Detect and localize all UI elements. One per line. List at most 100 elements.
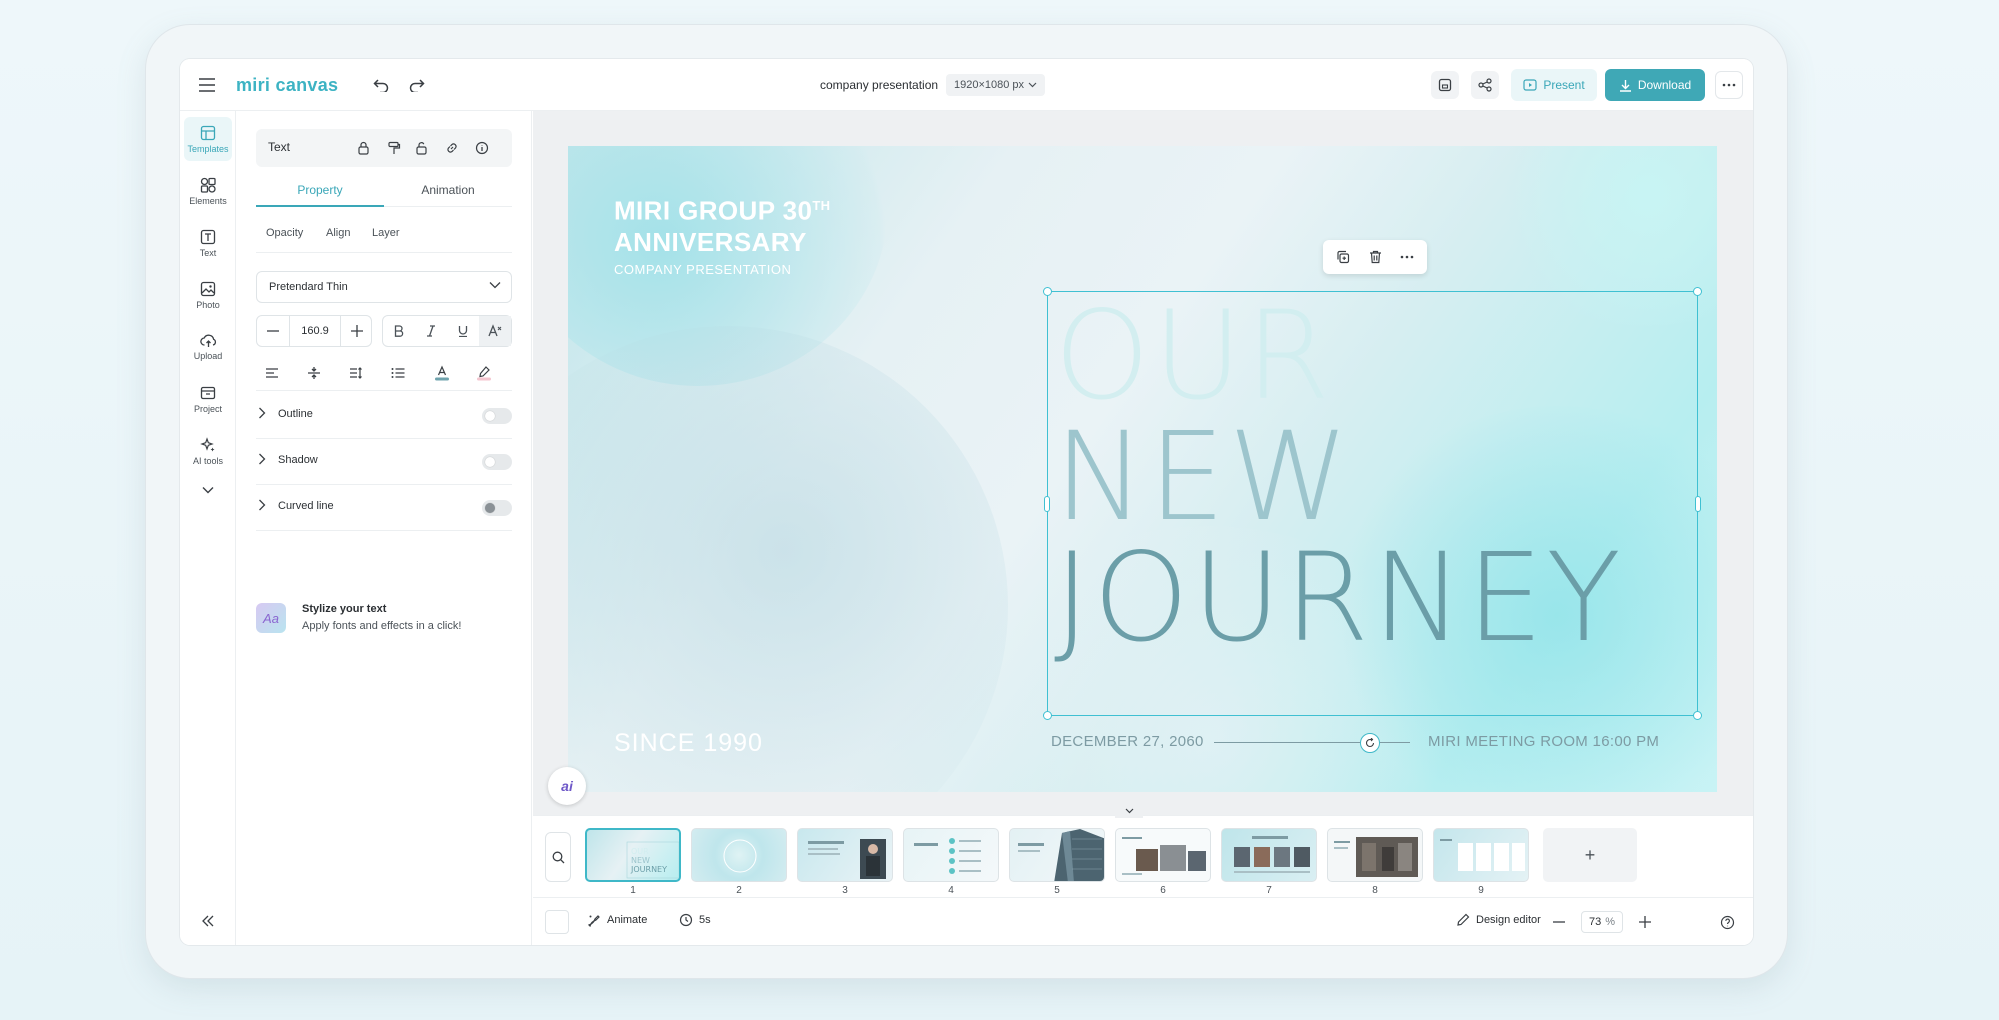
rail-more-button[interactable] xyxy=(184,475,232,505)
save-button[interactable] xyxy=(1431,71,1459,99)
font-size-decrease-button[interactable] xyxy=(257,316,289,346)
resize-handle-top-left[interactable] xyxy=(1043,287,1052,296)
slide-canvas[interactable]: MIRI GROUP 30TH ANNIVERSARY COMPANY PRES… xyxy=(568,146,1717,792)
resize-handle-bottom-right[interactable] xyxy=(1693,711,1702,720)
redo-button[interactable] xyxy=(404,72,430,98)
font-size-increase-button[interactable] xyxy=(341,316,373,346)
unlock-button[interactable] xyxy=(412,138,432,158)
font-size-input[interactable]: 160.9 xyxy=(289,316,341,346)
info-button[interactable] xyxy=(472,138,492,158)
background-color-swatch[interactable] xyxy=(545,910,569,934)
italic-icon xyxy=(427,325,435,337)
page-search-button[interactable] xyxy=(545,832,571,882)
undo-button[interactable] xyxy=(368,72,394,98)
slide-subtitle[interactable]: COMPANY PRESENTATION xyxy=(614,262,791,277)
rotate-handle[interactable] xyxy=(1360,733,1380,753)
page-thumbnail[interactable]: 7 xyxy=(1221,828,1317,900)
stylize-text-card[interactable]: Aa Stylize your text Apply fonts and eff… xyxy=(256,599,512,643)
help-button[interactable] xyxy=(1717,912,1737,932)
rail-item-ai-tools[interactable]: AI tools xyxy=(184,429,232,473)
menu-button[interactable] xyxy=(194,72,220,98)
format-paint-button[interactable] xyxy=(384,138,404,158)
zoom-level-input[interactable]: 73 % xyxy=(1581,911,1623,933)
subtab-opacity[interactable]: Opacity xyxy=(266,227,303,239)
resize-handle-bottom-left[interactable] xyxy=(1043,711,1052,720)
text-color-button[interactable] xyxy=(428,361,456,385)
share-button[interactable] xyxy=(1471,71,1499,99)
app-logo[interactable]: miri canvas xyxy=(236,72,338,98)
ai-assistant-button[interactable]: ai xyxy=(548,767,586,805)
outline-label: Outline xyxy=(278,408,313,420)
since-text[interactable]: SINCE 1990 xyxy=(614,729,763,758)
document-size-select[interactable]: 1920×1080 px xyxy=(946,74,1046,96)
download-button[interactable]: Download xyxy=(1605,69,1705,101)
selected-text-box[interactable]: OUR NEW JOURNEY xyxy=(1043,287,1702,720)
ai-tools-icon xyxy=(200,436,215,451)
more-options-button[interactable] xyxy=(1715,71,1743,99)
lock-text-button[interactable] xyxy=(354,138,374,158)
align-left-button[interactable] xyxy=(258,361,286,385)
rail-item-project[interactable]: Project xyxy=(184,377,232,421)
page-thumbnail[interactable]: 9 xyxy=(1433,828,1529,900)
tab-animation[interactable]: Animation xyxy=(384,183,512,197)
rail-item-photo[interactable]: Photo xyxy=(184,273,232,317)
rail-item-elements[interactable]: Elements xyxy=(184,169,232,213)
rail-item-text[interactable]: Text xyxy=(184,221,232,265)
delete-button[interactable] xyxy=(1365,247,1385,267)
present-button[interactable]: Present xyxy=(1511,69,1597,101)
strip-collapse-button[interactable] xyxy=(1115,804,1143,818)
curved-line-toggle[interactable] xyxy=(482,500,512,516)
bold-button[interactable] xyxy=(383,316,415,346)
highlight-color-button[interactable] xyxy=(470,361,498,385)
font-family-select[interactable]: Pretendard Thin xyxy=(256,271,512,303)
resize-handle-left[interactable] xyxy=(1044,496,1050,512)
tab-property[interactable]: Property xyxy=(256,183,384,197)
slide-title[interactable]: MIRI GROUP 30TH ANNIVERSARY xyxy=(614,190,830,258)
trash-icon xyxy=(1369,250,1381,264)
resize-handle-right[interactable] xyxy=(1695,496,1701,512)
link-icon xyxy=(447,143,457,153)
shadow-toggle[interactable] xyxy=(482,454,512,470)
chevron-down-icon xyxy=(489,282,501,289)
plus-icon xyxy=(351,325,363,337)
italic-button[interactable] xyxy=(415,316,447,346)
zoom-in-button[interactable] xyxy=(1635,912,1655,932)
underline-button[interactable] xyxy=(447,316,479,346)
text-effect-button[interactable] xyxy=(479,316,511,346)
event-place-text[interactable]: MIRI MEETING ROOM 16:00 PM xyxy=(1428,733,1659,750)
design-editor-button[interactable]: Design editor xyxy=(1457,913,1541,926)
page-thumbnail[interactable]: 6 xyxy=(1115,828,1211,900)
page-thumbnail[interactable]: 5 xyxy=(1009,828,1105,900)
rail-item-templates[interactable]: Templates xyxy=(184,117,232,161)
thumbnail-image xyxy=(691,828,787,882)
zoom-out-button[interactable] xyxy=(1549,912,1569,932)
link-button[interactable] xyxy=(442,138,462,158)
list-button[interactable] xyxy=(384,361,412,385)
collapse-panel-button[interactable] xyxy=(194,909,222,933)
chevron-right-icon[interactable] xyxy=(258,453,266,465)
page-number: 8 xyxy=(1372,885,1378,896)
page-thumbnail[interactable]: OUR NEW JOURNEY 1 xyxy=(585,828,681,900)
animate-button[interactable]: Animate xyxy=(587,913,647,927)
divider-line xyxy=(1214,742,1410,743)
chevron-right-icon[interactable] xyxy=(258,407,266,419)
outline-toggle[interactable] xyxy=(482,408,512,424)
resize-handle-top-right[interactable] xyxy=(1693,287,1702,296)
rail-item-upload[interactable]: Upload xyxy=(184,325,232,369)
page-thumbnail[interactable]: 8 xyxy=(1327,828,1423,900)
minus-icon xyxy=(267,330,279,332)
event-date-text[interactable]: DECEMBER 27, 2060 xyxy=(1051,733,1204,750)
duplicate-button[interactable] xyxy=(1333,247,1353,267)
add-page-button[interactable]: + xyxy=(1543,828,1637,882)
page-duration-button[interactable]: 5s xyxy=(679,913,711,927)
subtab-layer[interactable]: Layer xyxy=(372,227,400,239)
element-more-button[interactable] xyxy=(1397,247,1417,267)
page-thumbnail[interactable]: 2 xyxy=(691,828,787,900)
page-thumbnail[interactable]: 4 xyxy=(903,828,999,900)
line-spacing-button[interactable] xyxy=(342,361,370,385)
page-thumbnail[interactable]: 3 xyxy=(797,828,893,900)
vertical-align-button[interactable] xyxy=(300,361,328,385)
subtab-align[interactable]: Align xyxy=(326,227,350,239)
chevron-right-icon[interactable] xyxy=(258,499,266,511)
document-title[interactable]: company presentation xyxy=(820,75,938,95)
